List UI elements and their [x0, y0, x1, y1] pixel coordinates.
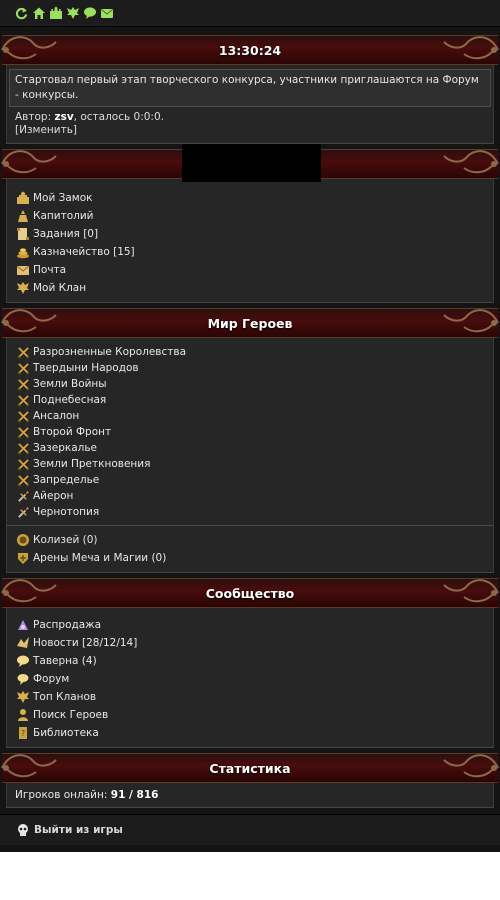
- library-icon: ?: [15, 725, 31, 741]
- ornament-left-icon: [1, 579, 57, 603]
- time-remaining: , осталось 0:0:0.: [73, 111, 164, 123]
- crossed-swords-icon: [15, 408, 31, 424]
- crossed-swords-icon: [15, 456, 31, 472]
- menu-item-sale[interactable]: Распродажа: [15, 616, 485, 634]
- stats-banner: Статистика: [1, 753, 499, 783]
- crossed-swords-icon: [15, 424, 31, 440]
- menu-item-forum[interactable]: Форум: [15, 670, 485, 688]
- ornament-right-icon: [443, 36, 499, 60]
- home-icon[interactable]: [31, 6, 46, 21]
- stats-panel: Игроков онлайн: 91 / 816: [6, 783, 494, 808]
- divider: [7, 525, 493, 526]
- menu-item-mail[interactable]: Почта: [15, 261, 485, 279]
- crossed-swords-icon: [15, 344, 31, 360]
- world-banner: Мир Героев: [1, 308, 499, 338]
- logout-label: Выйти из игры: [34, 824, 123, 836]
- castle-icon: [15, 190, 31, 206]
- menu-item-capitol[interactable]: Капитолий: [15, 207, 485, 225]
- author-name[interactable]: zsv: [54, 111, 73, 123]
- gold-icon: [15, 244, 31, 260]
- menu-item-colosseum[interactable]: Колизей (0): [15, 531, 485, 549]
- menu-item-my-castle[interactable]: Мой Замок: [15, 189, 485, 207]
- online-count: 91 / 816: [110, 789, 159, 801]
- realm-list: Разрозненные Королевства Твердыни Народов…: [15, 344, 485, 520]
- scroll-icon: [15, 226, 31, 242]
- castle-icon[interactable]: [48, 6, 63, 21]
- realm-item[interactable]: Земли Войны: [15, 376, 485, 392]
- realm-item[interactable]: Запределье: [15, 472, 485, 488]
- mail-icon: [15, 262, 31, 278]
- community-title: Сообщество: [205, 585, 295, 601]
- refresh-icon[interactable]: [14, 6, 29, 21]
- realm-item[interactable]: Айерон: [15, 488, 485, 504]
- news-meta: Автор: zsv, осталось 0:0:0. [Изменить]: [7, 107, 493, 141]
- menu-item-quests[interactable]: Задания [0]: [15, 225, 485, 243]
- realm-item[interactable]: Второй Фронт: [15, 424, 485, 440]
- community-panel: Распродажа Новости [28/12/14] Таверна (4…: [6, 608, 494, 748]
- skull-icon: [14, 821, 32, 839]
- capitol-icon: [15, 208, 31, 224]
- logout-button[interactable]: Выйти из игры: [0, 814, 500, 845]
- realm-item[interactable]: Зазеркалье: [15, 440, 485, 456]
- news-panel: Стартовал первый этап творческого конкур…: [6, 65, 494, 144]
- realm-item[interactable]: Чернотопия: [15, 504, 485, 520]
- ornament-left-icon: [1, 36, 57, 60]
- author-prefix: Автор:: [15, 111, 55, 123]
- ornament-left-icon: [1, 150, 57, 174]
- forum-icon: [15, 671, 31, 687]
- menu-item-treasury[interactable]: Казначейство [15]: [15, 243, 485, 261]
- chat-icon[interactable]: [82, 6, 97, 21]
- stats-title: Статистика: [209, 760, 291, 776]
- sword-torch-icon: [15, 504, 31, 520]
- personal-banner: [1, 144, 499, 182]
- server-clock: 13:30:24: [218, 42, 282, 58]
- ornament-left-icon: [1, 309, 57, 333]
- ornament-right-icon: [443, 150, 499, 174]
- menu-item-my-clan[interactable]: Мой Клан: [15, 279, 485, 297]
- top-clans-icon: [15, 689, 31, 705]
- menu-item-library[interactable]: ? Библиотека: [15, 724, 485, 742]
- news-message: Стартовал первый этап творческого конкур…: [9, 69, 491, 107]
- crossed-swords-icon: [15, 392, 31, 408]
- realm-item[interactable]: Твердыни Народов: [15, 360, 485, 376]
- clan-icon[interactable]: [65, 6, 80, 21]
- menu-item-tavern[interactable]: Таверна (4): [15, 652, 485, 670]
- ornament-right-icon: [443, 579, 499, 603]
- tavern-icon: [15, 653, 31, 669]
- realm-item[interactable]: Поднебесная: [15, 392, 485, 408]
- world-title: Мир Героев: [207, 315, 293, 331]
- crossed-swords-icon: [15, 376, 31, 392]
- online-label: Игроков онлайн:: [15, 789, 111, 801]
- game-menu: 13:30:24 Стартовал первый этап творческо…: [0, 0, 500, 852]
- menu-item-news[interactable]: Новости [28/12/14]: [15, 634, 485, 652]
- arena-icon: [15, 550, 31, 566]
- clock-banner: 13:30:24: [1, 35, 499, 65]
- ornament-right-icon: [443, 754, 499, 778]
- redacted-block: [182, 144, 321, 182]
- menu-item-search-heroes[interactable]: Поиск Героев: [15, 706, 485, 724]
- mail-icon[interactable]: [99, 6, 114, 21]
- crossed-swords-icon: [15, 360, 31, 376]
- colosseum-icon: [15, 532, 31, 548]
- svg-text:?: ?: [21, 729, 25, 738]
- personal-panel: Мой Замок Капитолий Задания [0] Казначей…: [6, 179, 494, 303]
- change-link[interactable]: [Изменить]: [15, 124, 77, 136]
- top-toolbar: [0, 0, 500, 27]
- ornament-left-icon: [1, 754, 57, 778]
- community-banner: Сообщество: [1, 578, 499, 608]
- sale-icon: [15, 617, 31, 633]
- crossed-swords-icon: [15, 440, 31, 456]
- crossed-swords-icon: [15, 472, 31, 488]
- menu-item-arenas[interactable]: Арены Меча и Магии (0): [15, 549, 485, 567]
- realm-item[interactable]: Разрозненные Королевства: [15, 344, 485, 360]
- sword-torch-icon: [15, 488, 31, 504]
- world-panel: Разрозненные Королевства Твердыни Народов…: [6, 338, 494, 573]
- news-icon: [15, 635, 31, 651]
- realm-item[interactable]: Ансалон: [15, 408, 485, 424]
- clan-icon: [15, 280, 31, 296]
- ornament-right-icon: [443, 309, 499, 333]
- search-heroes-icon: [15, 707, 31, 723]
- realm-item[interactable]: Земли Преткновения: [15, 456, 485, 472]
- menu-item-top-clans[interactable]: Топ Кланов: [15, 688, 485, 706]
